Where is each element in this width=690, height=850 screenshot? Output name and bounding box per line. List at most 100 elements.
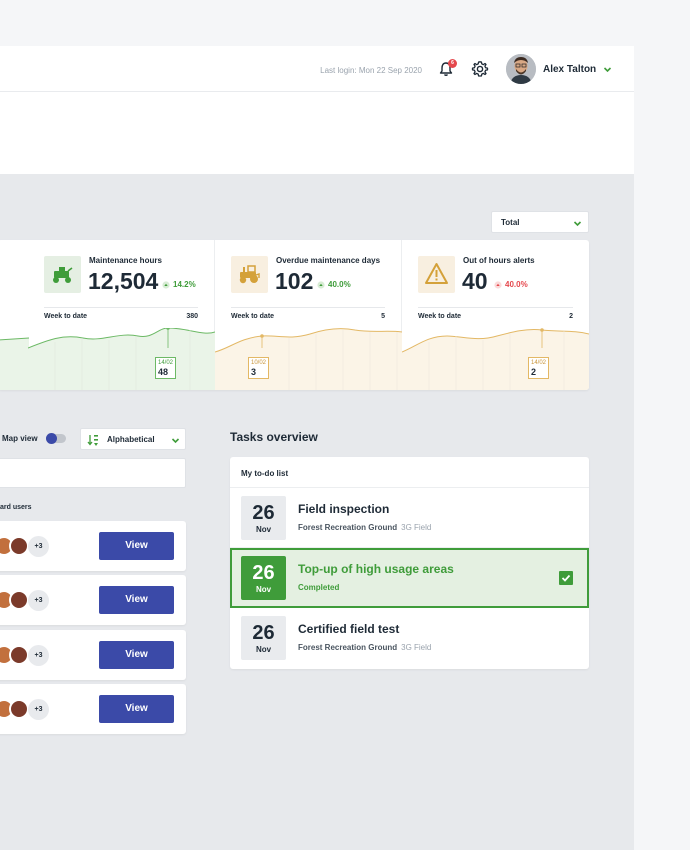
notification-badge: 6 [448, 59, 457, 68]
stat-title: Overdue maintenance days [276, 256, 381, 265]
stat-title: Out of hours alerts [463, 256, 535, 265]
task-title: Field inspection [298, 502, 390, 516]
sparkline-tooltip: 10/02 3 [248, 357, 270, 379]
task-title: Top-up of high usage areas [298, 562, 454, 576]
task-subtitle: Forest Recreation Ground 3G Field [298, 643, 431, 652]
task-location: Forest Recreation Ground [298, 643, 398, 652]
todo-list-header: My to-do list [241, 469, 289, 478]
sparkline-tooltip: 14/02 2 [528, 357, 550, 379]
total-filter-dropdown[interactable]: Total [491, 211, 589, 233]
section-label: ard users [0, 504, 32, 511]
trend-up-icon [494, 281, 502, 289]
divider [231, 307, 385, 308]
chevron-down-icon [573, 221, 582, 227]
extra-members-count: +3 [28, 590, 49, 611]
chevron-down-icon[interactable] [603, 65, 612, 74]
task-month: Nov [255, 645, 272, 654]
trend-up-icon [317, 281, 325, 289]
task-item[interactable]: 26 Nov Certified field test Forest Recre… [230, 608, 589, 668]
task-title: Certified field test [298, 622, 400, 636]
task-date-badge: 26 Nov [241, 496, 286, 540]
top-header: Last login: Mon 22 Sep 2020 6 Alex Talto… [0, 46, 634, 92]
list-item[interactable]: +3 View [0, 630, 186, 680]
top-strip [0, 0, 634, 46]
task-field: 3G Field [401, 643, 432, 652]
partial-sparkline [0, 337, 29, 390]
stat-value: 102 [275, 268, 314, 294]
search-input[interactable] [0, 458, 186, 488]
stat-cards-row: Maintenance hours 12,504 14.2% Week to d… [0, 240, 589, 390]
view-button[interactable]: View [99, 641, 174, 669]
tooltip-value: 3 [251, 367, 257, 377]
task-field: 3G Field [401, 523, 432, 532]
avatar[interactable] [506, 54, 536, 84]
user-name[interactable]: Alex Talton [543, 64, 596, 75]
sparkline-chart [28, 328, 215, 390]
week-to-date-value: 2 [569, 313, 573, 320]
sparkline-chart [402, 328, 589, 390]
stat-value: 12,504 [88, 268, 159, 294]
list-item[interactable]: +3 View [0, 521, 186, 571]
page-subheader [0, 92, 634, 174]
map-view-label: Map view [2, 434, 38, 443]
warning-icon [418, 256, 455, 293]
sort-dropdown[interactable]: Alphabetical [80, 428, 186, 450]
stat-delta: 40.0% [328, 280, 351, 289]
avatar [9, 590, 29, 610]
week-to-date-label: Week to date [418, 313, 462, 320]
task-status: Completed [298, 583, 340, 592]
task-day: 26 [252, 502, 275, 524]
task-month: Nov [255, 585, 272, 594]
tooltip-value: 48 [158, 367, 169, 377]
week-to-date-value: 380 [186, 313, 198, 320]
week-to-date-label: Week to date [44, 313, 88, 320]
list-item[interactable]: +3 View [0, 684, 186, 734]
app-canvas: Last login: Mon 22 Sep 2020 6 Alex Talto… [0, 0, 634, 850]
task-subtitle: Forest Recreation Ground 3G Field [298, 523, 431, 532]
task-item[interactable]: 26 Nov Field inspection Forest Recreatio… [230, 488, 589, 548]
stat-value: 40 [462, 268, 488, 294]
stat-title: Maintenance hours [89, 256, 162, 265]
stat-card-overdue-maintenance[interactable]: Overdue maintenance days 102 40.0% Week … [215, 240, 402, 390]
divider [44, 307, 198, 308]
gear-icon[interactable] [471, 60, 489, 78]
task-day: 26 [252, 562, 275, 584]
task-location: Forest Recreation Ground [298, 523, 398, 532]
view-button[interactable]: View [99, 532, 174, 560]
week-to-date-value: 5 [381, 313, 385, 320]
list-item[interactable]: +3 View [0, 575, 186, 625]
map-view-toggle[interactable] [46, 433, 66, 444]
week-to-date-label: Week to date [231, 313, 275, 320]
avatar [9, 536, 29, 556]
task-day: 26 [252, 622, 275, 644]
sparkline-chart [215, 328, 402, 390]
stat-card-out-of-hours-alerts[interactable]: Out of hours alerts 40 40.0% Week to dat… [402, 240, 589, 390]
task-date-badge: 26 Nov [241, 616, 286, 660]
avatar [9, 699, 29, 719]
sort-icon [87, 435, 98, 446]
task-month: Nov [255, 525, 272, 534]
task-date-badge: 26 Nov [241, 556, 286, 600]
lawn-mower-icon [44, 256, 81, 293]
tasks-panel: My to-do list 26 Nov Field inspection Fo… [230, 457, 589, 669]
dropdown-value: Total [501, 218, 520, 227]
chevron-down-icon [171, 438, 180, 444]
view-button[interactable]: View [99, 586, 174, 614]
tasks-overview-title: Tasks overview [230, 430, 318, 444]
avatar [9, 645, 29, 665]
stat-delta: 14.2% [173, 280, 196, 289]
last-login-text: Last login: Mon 22 Sep 2020 [320, 66, 422, 75]
divider [418, 307, 573, 308]
sparkline-tooltip: 14/02 48 [155, 357, 177, 379]
view-button[interactable]: View [99, 695, 174, 723]
extra-members-count: +3 [28, 536, 49, 557]
extra-members-count: +3 [28, 699, 49, 720]
checkbox-checked-icon[interactable] [559, 571, 573, 585]
task-item-completed[interactable]: 26 Nov Top-up of high usage areas Comple… [230, 548, 589, 608]
tractor-icon [231, 256, 268, 293]
stat-delta: 40.0% [505, 280, 528, 289]
extra-members-count: +3 [28, 645, 49, 666]
stat-card-maintenance-hours[interactable]: Maintenance hours 12,504 14.2% Week to d… [28, 240, 215, 390]
sort-label: Alphabetical [107, 435, 155, 444]
tooltip-value: 2 [531, 367, 537, 377]
